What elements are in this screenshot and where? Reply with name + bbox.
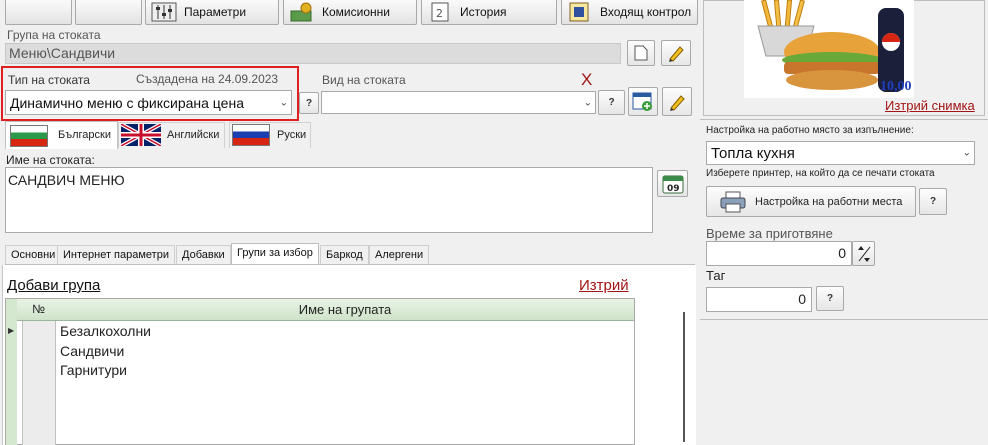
right-divider-top	[700, 119, 988, 121]
group-field: Меню\Сандвичи	[5, 43, 621, 64]
tab-basic[interactable]: Основни	[5, 245, 62, 264]
tab-english[interactable]: Английски	[118, 122, 225, 148]
history-label: История	[460, 4, 507, 19]
tab-bulgarian[interactable]: Български	[5, 121, 118, 149]
new-group-button[interactable]	[627, 40, 655, 66]
tab-addons[interactable]: Добавки	[176, 245, 231, 264]
toolbar-button-1[interactable]	[5, 0, 72, 25]
chevron-down-icon: ⌄	[279, 97, 288, 108]
tab-russian[interactable]: Руски	[229, 122, 311, 148]
parameters-icon	[150, 1, 178, 23]
current-row-arrow-icon: ▶	[8, 326, 15, 335]
tab-allergens[interactable]: Алергени	[369, 245, 430, 264]
uk-flag-icon	[121, 124, 161, 146]
delete-image-link[interactable]: Изтрий снимка	[885, 98, 975, 113]
add-group-link[interactable]: Добави група	[7, 277, 100, 294]
number-column	[22, 321, 56, 445]
grid-row-3[interactable]: Гарнитури	[60, 362, 127, 378]
tab-bulgarian-label: Български	[58, 129, 111, 141]
svg-text:2: 2	[436, 7, 443, 20]
workplace-select[interactable]: Топла кухня ⌄	[706, 141, 975, 165]
russian-flag-icon	[232, 124, 270, 146]
prep-time-input[interactable]: 0	[706, 241, 852, 266]
printer-hint: Изберете принтер, на който да се печати …	[706, 168, 935, 179]
created-date-label: Създадена на 24.09.2023	[136, 72, 279, 86]
printer-icon	[720, 191, 746, 212]
money-icon	[288, 1, 316, 23]
workplace-help-button[interactable]: ?	[919, 188, 947, 215]
tab-barcode[interactable]: Баркод	[320, 245, 369, 264]
tab-english-label: Английски	[167, 129, 220, 141]
new-page-icon	[634, 45, 648, 61]
calendar-day: 09	[667, 184, 680, 194]
workplace-value: Топла кухня	[711, 144, 795, 162]
edit-kind-button[interactable]	[662, 87, 692, 116]
document-icon	[566, 1, 594, 23]
pencil-icon	[670, 94, 685, 111]
commission-label: Комисионни	[322, 4, 390, 19]
parameters-button[interactable]: Параметри	[145, 0, 279, 25]
commission-button[interactable]: Комисионни	[283, 0, 417, 25]
workplace-settings-button[interactable]: Настройка на работни места	[706, 186, 916, 217]
row-indicator-column	[6, 299, 17, 445]
clear-kind-button[interactable]: X	[581, 70, 592, 90]
grid-row-1[interactable]: Безалкохолни	[60, 323, 151, 339]
edit-group-button[interactable]	[661, 40, 691, 66]
add-kind-button[interactable]	[628, 87, 658, 116]
prep-time-label: Време за приготвяне	[706, 226, 833, 241]
toolbar-button-2[interactable]	[75, 0, 142, 25]
history-button[interactable]: 2 История	[421, 0, 557, 25]
workplace-settings-label: Настройка на работни места	[755, 195, 903, 208]
item-type-label: Тип на стоката	[8, 73, 90, 87]
delete-group-link[interactable]: Изтрий	[579, 277, 629, 294]
grid-row-2[interactable]: Сандвичи	[60, 343, 124, 359]
spin-arrows-icon	[857, 245, 870, 262]
col-name-header: Име на групата	[298, 302, 392, 317]
history-icon: 2	[426, 1, 454, 23]
scrollbar[interactable]	[683, 312, 685, 442]
chevron-down-icon: ⌄	[583, 97, 592, 108]
bulgarian-flag-icon	[10, 125, 48, 147]
pencil-icon	[669, 46, 684, 62]
group-label: Група на стоката	[7, 28, 101, 42]
item-type-value: Динамично меню с фиксирана цена	[10, 94, 244, 111]
price-label: 10,00	[880, 79, 912, 94]
item-type-help-button[interactable]: ?	[299, 92, 319, 114]
tag-label: Таг	[706, 268, 726, 283]
name-input[interactable]: САНДВИЧ МЕНЮ	[5, 167, 653, 233]
parameters-label: Параметри	[184, 4, 247, 19]
tab-internet-params[interactable]: Интернет параметри	[57, 245, 175, 264]
name-value: САНДВИЧ МЕНЮ	[8, 172, 125, 188]
tag-input[interactable]: 0	[706, 287, 812, 312]
tab-choice-groups[interactable]: Групи за избор	[231, 243, 319, 264]
calendar-icon: 09	[662, 175, 683, 194]
kind-label: Вид на стоката	[322, 73, 406, 87]
name-label: Име на стоката:	[6, 153, 95, 167]
add-window-icon	[632, 92, 652, 111]
incoming-control-button[interactable]: Входящ контрол	[561, 0, 698, 25]
workplace-label: Настройка на работно място за изпълнение…	[706, 125, 914, 136]
tag-help-button[interactable]: ?	[816, 286, 844, 311]
calendar-button[interactable]: 09	[657, 170, 688, 197]
incoming-control-label: Входящ контрол	[600, 4, 692, 19]
item-type-select[interactable]: Динамично меню с фиксирана цена ⌄	[5, 90, 292, 115]
col-number-header: №	[32, 302, 45, 316]
chevron-down-icon: ⌄	[962, 147, 971, 159]
kind-help-button[interactable]: ?	[598, 90, 625, 115]
kind-select[interactable]: ⌄	[321, 91, 596, 114]
tab-russian-label: Руски	[277, 129, 307, 141]
prep-time-spin-button[interactable]	[852, 241, 875, 266]
right-divider-bottom	[700, 319, 988, 320]
